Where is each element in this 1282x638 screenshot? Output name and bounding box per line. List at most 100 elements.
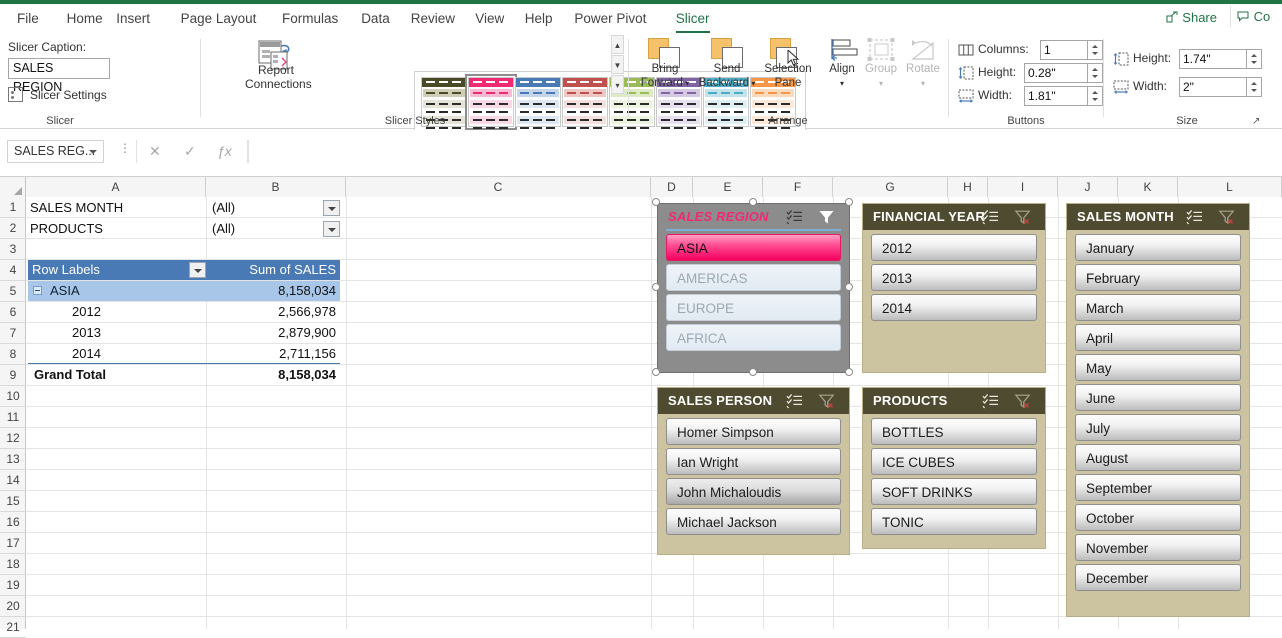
slicer-item[interactable]: Michael Jackson [666, 508, 841, 535]
row-header-6[interactable]: 6 [0, 302, 26, 323]
clear-filter-button[interactable] [818, 393, 835, 409]
ribbon-tab-view[interactable]: View [466, 4, 513, 34]
resize-handle[interactable] [652, 368, 660, 376]
slicer-region[interactable]: SALES REGION ASIA AMERICAS EUROPE AFRICA [657, 203, 850, 373]
comments-button[interactable]: Co [1230, 6, 1282, 27]
column-header-D[interactable]: D [651, 177, 693, 197]
row-header-17[interactable]: 17 [0, 533, 26, 554]
column-header-J[interactable]: J [1058, 177, 1118, 197]
cancel-formula-icon[interactable]: ✕ [149, 140, 161, 163]
row-header-2[interactable]: 2 [0, 218, 26, 239]
clear-filter-icon[interactable] [818, 393, 835, 409]
chevron-down-icon[interactable] [89, 150, 97, 154]
row-header-10[interactable]: 10 [0, 386, 26, 407]
slicer-item[interactable]: July [1075, 414, 1241, 441]
column-header-L[interactable]: L [1178, 177, 1282, 197]
button-width-spinner[interactable] [1088, 86, 1103, 106]
row-header-11[interactable]: 11 [0, 407, 26, 428]
multi-select-button[interactable] [982, 209, 999, 225]
slicer-item[interactable]: 2014 [871, 294, 1037, 321]
row-header-8[interactable]: 8 [0, 344, 26, 365]
row-header-7[interactable]: 7 [0, 323, 26, 344]
ribbon-tab-formulas[interactable]: Formulas [273, 4, 347, 34]
clear-filter-button[interactable] [1014, 393, 1031, 409]
ribbon-tab-slicer[interactable]: Slicer [667, 4, 719, 34]
row-header-13[interactable]: 13 [0, 449, 26, 470]
slicer-item[interactable]: ICE CUBES [871, 448, 1037, 475]
columns-spinner[interactable] [1088, 40, 1103, 60]
formula-input[interactable] [248, 140, 1278, 163]
share-button[interactable]: Share [1158, 6, 1227, 27]
row-header-5[interactable]: 5 [0, 281, 26, 302]
button-height-input[interactable]: 0.28" [1024, 63, 1088, 83]
insert-function-icon[interactable]: ƒx [217, 140, 232, 163]
row-header-4[interactable]: 4 [0, 260, 26, 281]
ribbon-tab-data[interactable]: Data [352, 4, 399, 34]
gallery-scroll-down-button[interactable]: ▼ [611, 55, 624, 74]
slicer-products[interactable]: PRODUCTS BOTTLES ICE CUBES SOFT DRINKS TONIC [862, 387, 1046, 549]
row-header-16[interactable]: 16 [0, 512, 26, 533]
ribbon-tab-home[interactable]: Home [58, 4, 112, 34]
row-header-18[interactable]: 18 [0, 554, 26, 575]
multi-select-button[interactable] [982, 393, 999, 409]
row-header-12[interactable]: 12 [0, 428, 26, 449]
slicer-item[interactable]: May [1075, 354, 1241, 381]
button-width-input[interactable]: 1.81" [1024, 86, 1088, 106]
size-height-spinner[interactable] [1247, 49, 1262, 69]
slicer-item[interactable]: June [1075, 384, 1241, 411]
column-header-K[interactable]: K [1118, 177, 1178, 197]
column-header-G[interactable]: G [833, 177, 948, 197]
name-box[interactable]: SALES REG... [7, 140, 104, 163]
slicer-item[interactable]: BOTTLES [871, 418, 1037, 445]
gallery-scroll-up-button[interactable]: ▲ [611, 35, 624, 54]
row-header-1[interactable]: 1 [0, 197, 26, 218]
slicer-item[interactable]: Homer Simpson [666, 418, 841, 445]
slicer-item[interactable]: November [1075, 534, 1241, 561]
row-header-19[interactable]: 19 [0, 575, 26, 596]
resize-handle[interactable] [845, 283, 853, 291]
slicer-caption-input[interactable]: SALES REGION [8, 58, 110, 94]
slicer-year[interactable]: FINANCIAL YEAR 2012 2013 2014 [862, 203, 1046, 373]
clear-filter-button[interactable] [818, 209, 835, 225]
resize-handle[interactable] [748, 198, 757, 206]
slicer-item[interactable]: Ian Wright [666, 448, 841, 475]
slicer-item[interactable]: October [1075, 504, 1241, 531]
resize-handle[interactable] [748, 368, 757, 376]
clear-filter-button[interactable] [1218, 209, 1235, 225]
row-header-21[interactable]: 21 [0, 617, 26, 638]
row-header-20[interactable]: 20 [0, 596, 26, 617]
multi-select-icon[interactable] [786, 393, 803, 409]
slicer-item[interactable]: John Michaloudis [666, 478, 841, 505]
multi-select-button[interactable] [786, 393, 803, 409]
multi-select-icon[interactable] [982, 393, 999, 409]
size-width-input[interactable]: 2" [1179, 77, 1247, 97]
clear-filter-icon[interactable] [1218, 209, 1235, 225]
slicer-item[interactable]: April [1075, 324, 1241, 351]
clear-filter-icon[interactable] [1014, 393, 1031, 409]
column-header-F[interactable]: F [763, 177, 833, 197]
gallery-more-button[interactable]: ▾ [611, 75, 624, 94]
column-header-B[interactable]: B [206, 177, 346, 197]
row-header-9[interactable]: 9 [0, 365, 26, 386]
slicer-item[interactable]: 2013 [871, 264, 1037, 291]
multi-select-button[interactable] [1186, 209, 1203, 225]
slicer-item[interactable]: SOFT DRINKS [871, 478, 1037, 505]
report-connections-button[interactable]: Report Connections [120, 34, 312, 129]
slicer-item[interactable]: ASIA [666, 234, 841, 261]
ribbon-tab-file[interactable]: File [8, 4, 48, 34]
pivot-filter-dropdown-button[interactable] [323, 221, 340, 237]
slicer-item[interactable]: December [1075, 564, 1241, 591]
clear-filter-icon[interactable] [818, 209, 835, 225]
size-height-input[interactable]: 1.74" [1179, 49, 1247, 69]
multi-select-icon[interactable] [786, 209, 803, 225]
slicer-person[interactable]: SALES PERSON Homer Simpson Ian Wright John … [657, 387, 850, 555]
enter-formula-icon[interactable]: ✓ [184, 140, 196, 163]
size-dialog-launcher[interactable]: ↗ [1252, 116, 1263, 127]
multi-select-icon[interactable] [1186, 209, 1203, 225]
column-header-A[interactable]: A [26, 177, 206, 197]
multi-select-icon[interactable] [982, 209, 999, 225]
slicer-item[interactable]: EUROPE [666, 294, 841, 321]
row-header-3[interactable]: 3 [0, 239, 26, 260]
column-header-E[interactable]: E [693, 177, 763, 197]
slicer-item[interactable]: TONIC [871, 508, 1037, 535]
